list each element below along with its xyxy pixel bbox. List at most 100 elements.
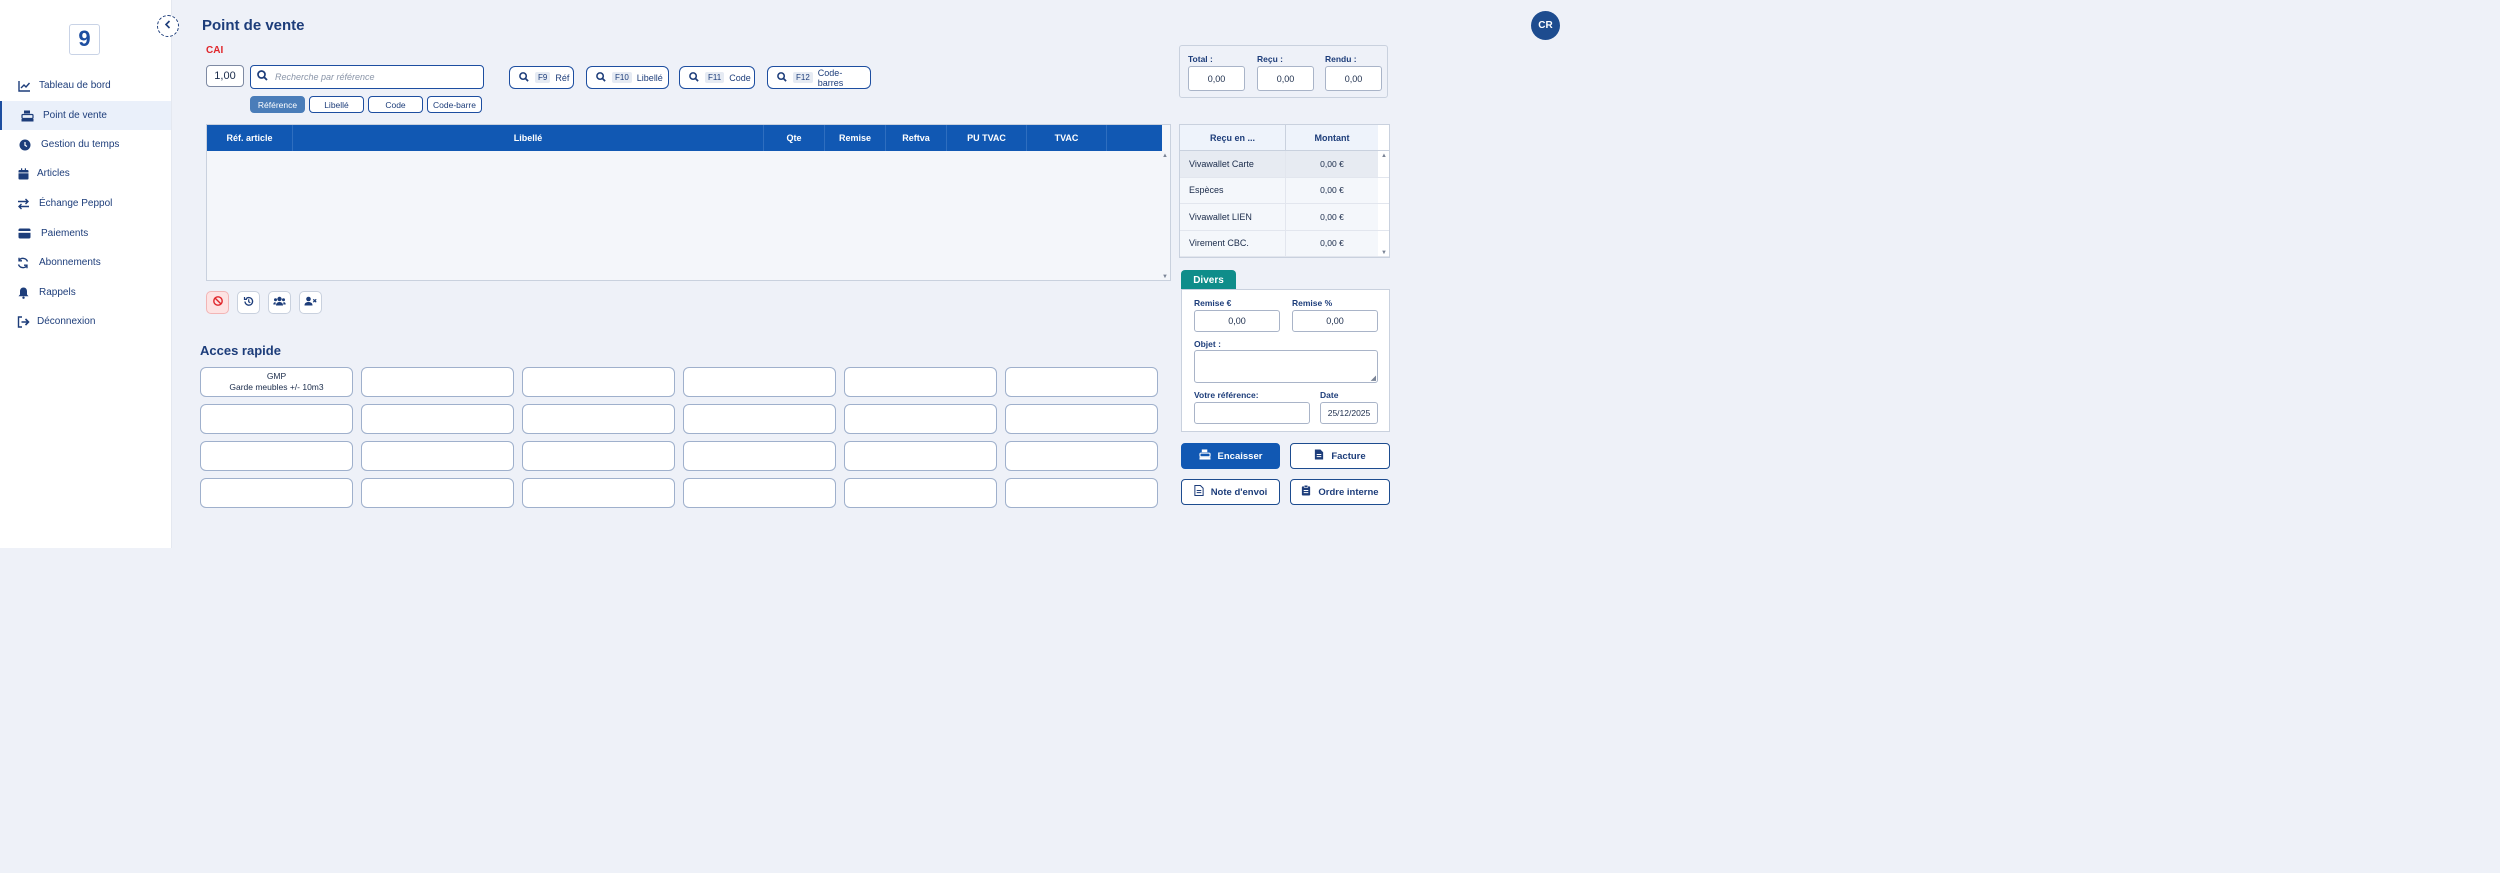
- facture-button[interactable]: Facture: [1290, 443, 1390, 469]
- scroll-down-arrow[interactable]: ▼: [1381, 250, 1387, 256]
- scroll-up-arrow[interactable]: ▲: [1381, 153, 1387, 159]
- totals-panel: Total : Reçu : Rendu : 0,00 0,00 0,00: [1179, 45, 1388, 98]
- quick-access-tile[interactable]: [683, 441, 836, 471]
- search-code-button[interactable]: F11 Code: [679, 66, 755, 89]
- quick-access-tile[interactable]: [361, 478, 514, 508]
- quick-access-tile[interactable]: [683, 367, 836, 397]
- discount-pct-field[interactable]: 0,00: [1292, 310, 1378, 332]
- quick-access-tile[interactable]: [522, 441, 675, 471]
- history-icon: [243, 296, 254, 310]
- search-libelle-button[interactable]: F10 Libellé: [586, 66, 669, 89]
- column-header[interactable]: Libellé: [293, 125, 764, 151]
- column-header[interactable]: TVAC: [1027, 125, 1107, 151]
- column-header[interactable]: Reftva: [886, 125, 947, 151]
- total-field[interactable]: 0,00: [1188, 66, 1245, 91]
- search-barcode-button[interactable]: F12 Code-barres: [767, 66, 871, 89]
- encaisser-button[interactable]: Encaisser: [1181, 443, 1280, 469]
- sidebar-item-point-de-vente[interactable]: Point de vente: [0, 101, 171, 130]
- search-input[interactable]: [275, 72, 475, 82]
- date-field[interactable]: 25/12/2025: [1320, 402, 1378, 424]
- quick-access-tile[interactable]: [844, 404, 997, 434]
- payment-row[interactable]: Vivawallet Carte 0,00 €: [1180, 151, 1389, 178]
- your-reference-field[interactable]: [1194, 402, 1310, 424]
- sidebar-item-tableau-de-bord[interactable]: Tableau de bord: [0, 71, 171, 100]
- quick-access-tile[interactable]: [1005, 404, 1158, 434]
- received-field[interactable]: 0,00: [1257, 66, 1314, 91]
- sidebar-item-echange-peppol[interactable]: Échange Peppol: [0, 189, 171, 218]
- column-header: Montant: [1286, 125, 1378, 150]
- change-field[interactable]: 0,00: [1325, 66, 1382, 91]
- sidebar-item-deconnexion[interactable]: Déconnexion: [0, 307, 171, 336]
- remove-customer-button[interactable]: [299, 291, 322, 314]
- customers-button[interactable]: [268, 291, 291, 314]
- app-logo[interactable]: 9: [69, 24, 100, 55]
- search-box[interactable]: [250, 65, 484, 89]
- search-ref-button[interactable]: F9 Réf: [509, 66, 574, 89]
- mode-code-button[interactable]: Code: [368, 96, 423, 113]
- quick-access-tile[interactable]: [844, 478, 997, 508]
- shortcut-key: F12: [793, 72, 813, 83]
- quick-access-tile[interactable]: GMP Garde meubles +/- 10m3: [200, 367, 353, 397]
- quick-access-tile[interactable]: [361, 441, 514, 471]
- shortcut-label: Code: [729, 72, 751, 83]
- payment-amount[interactable]: 0,00 €: [1286, 230, 1378, 256]
- quick-access-tile[interactable]: [361, 367, 514, 397]
- payment-amount[interactable]: 0,00 €: [1286, 204, 1378, 230]
- quick-access-tile[interactable]: [522, 367, 675, 397]
- quick-access-tile[interactable]: [200, 441, 353, 471]
- clock-icon: [18, 138, 32, 152]
- payment-row[interactable]: Espèces 0,00 €: [1180, 177, 1389, 204]
- cancel-sale-button[interactable]: [206, 291, 229, 314]
- quantity-input[interactable]: [206, 65, 244, 87]
- quick-access-tile[interactable]: [844, 367, 997, 397]
- history-button[interactable]: [237, 291, 260, 314]
- sidebar-item-rappels[interactable]: Rappels: [0, 278, 171, 307]
- scroll-up-arrow[interactable]: ▲: [1161, 153, 1169, 159]
- shortcut-label: Libellé: [636, 72, 663, 83]
- search-icon: [519, 71, 529, 84]
- column-header[interactable]: Qte: [764, 125, 825, 151]
- sidebar-item-paiements[interactable]: Paiements: [0, 219, 171, 248]
- collapse-sidebar-button[interactable]: [157, 15, 179, 37]
- object-textarea[interactable]: ◢: [1194, 350, 1378, 383]
- mode-reference-button[interactable]: Référence: [250, 96, 305, 113]
- credit-card-icon: [17, 227, 31, 241]
- sidebar-item-articles[interactable]: Articles: [0, 159, 171, 188]
- quick-access-tile[interactable]: [522, 404, 675, 434]
- quick-access-grid: GMP Garde meubles +/- 10m3: [200, 367, 1158, 508]
- mode-code-barre-button[interactable]: Code-barre: [427, 96, 482, 113]
- quick-access-tile[interactable]: [683, 478, 836, 508]
- quick-access-tile[interactable]: [844, 441, 997, 471]
- quick-access-tile[interactable]: [683, 404, 836, 434]
- payment-amount[interactable]: 0,00 €: [1286, 151, 1378, 177]
- quick-access-tile[interactable]: [1005, 367, 1158, 397]
- quick-access-tile[interactable]: [522, 478, 675, 508]
- note-envoi-button[interactable]: Note d'envoi: [1181, 479, 1280, 505]
- payments-table-header: Reçu en ... Montant: [1180, 125, 1389, 151]
- exchange-icon: [16, 197, 30, 211]
- payment-amount[interactable]: 0,00 €: [1286, 177, 1378, 203]
- column-header[interactable]: Remise: [825, 125, 886, 151]
- mode-libelle-button[interactable]: Libellé: [309, 96, 364, 113]
- quick-access-tile[interactable]: [200, 404, 353, 434]
- payment-row[interactable]: Vivawallet LIEN 0,00 €: [1180, 204, 1389, 231]
- ordre-interne-button[interactable]: Ordre interne: [1290, 479, 1390, 505]
- sidebar-item-label: Échange Peppol: [39, 198, 113, 209]
- sidebar-item-abonnements[interactable]: Abonnements: [0, 248, 171, 277]
- column-header[interactable]: Réf. article: [207, 125, 293, 151]
- tab-divers[interactable]: Divers: [1181, 270, 1236, 290]
- sidebar-item-gestion-du-temps[interactable]: Gestion du temps: [0, 130, 171, 159]
- invoice-icon: [1314, 449, 1331, 463]
- shortcut-label: Code-barres: [817, 67, 844, 88]
- discount-eur-field[interactable]: 0,00: [1194, 310, 1280, 332]
- user-avatar[interactable]: CR: [1531, 11, 1560, 40]
- quick-access-tile[interactable]: [361, 404, 514, 434]
- quick-access-tile[interactable]: [1005, 441, 1158, 471]
- resize-handle-icon[interactable]: ◢: [1371, 374, 1376, 382]
- payment-row[interactable]: Virement CBC. 0,00 €: [1180, 230, 1389, 257]
- change-label: Rendu :: [1325, 54, 1357, 64]
- column-header[interactable]: PU TVAC: [947, 125, 1027, 151]
- scroll-down-arrow[interactable]: ▼: [1161, 274, 1169, 280]
- quick-access-tile[interactable]: [200, 478, 353, 508]
- quick-access-tile[interactable]: [1005, 478, 1158, 508]
